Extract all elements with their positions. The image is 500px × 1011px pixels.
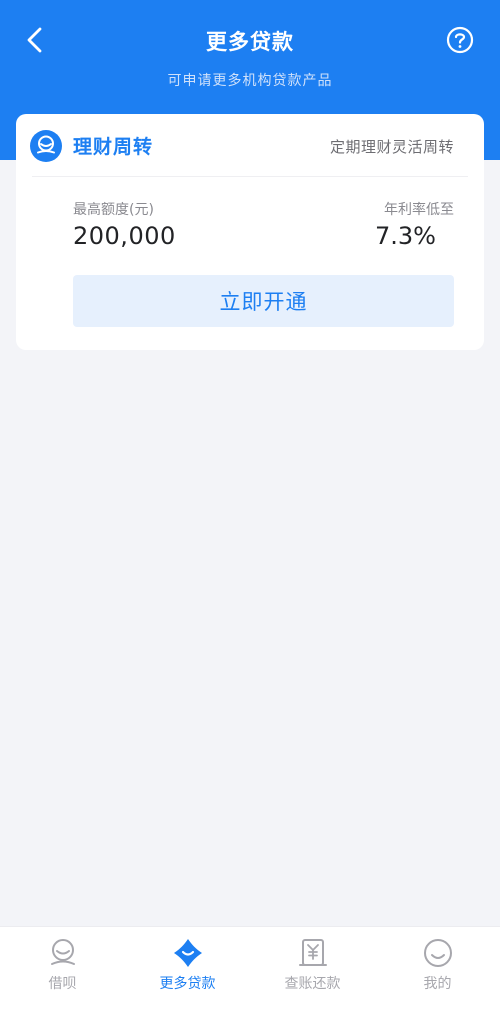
product-card[interactable]: 理财周转 定期理财灵活周转 最高额度(元) 200,000 年利率低至 7.3%… xyxy=(16,114,484,350)
tab-bill-repay[interactable]: 查账还款 xyxy=(250,927,375,1011)
card-divider xyxy=(32,176,468,177)
rate-label: 年利率低至 xyxy=(384,202,454,218)
jiebei-icon xyxy=(51,939,75,965)
product-card-header: 理财周转 定期理财灵活周转 xyxy=(16,114,484,176)
tab-label: 查账还款 xyxy=(284,976,341,992)
rate-value: 7.3% xyxy=(375,222,436,250)
open-now-button[interactable]: 立即开通 xyxy=(73,275,454,327)
tab-mine[interactable]: 我的 xyxy=(375,927,500,1011)
bill-repay-icon xyxy=(299,939,327,966)
product-logo-icon xyxy=(30,130,62,162)
tab-label: 我的 xyxy=(423,976,452,992)
tab-jiebei[interactable]: 借呗 xyxy=(0,927,125,1011)
max-amount-label: 最高额度(元) xyxy=(73,202,154,218)
max-amount-value: 200,000 xyxy=(73,222,176,250)
product-name: 理财周转 xyxy=(73,136,154,158)
tab-label: 借呗 xyxy=(48,976,77,992)
tab-label: 更多贷款 xyxy=(159,976,216,992)
product-tagline: 定期理财灵活周转 xyxy=(329,138,454,156)
bottom-tab-bar: 借呗 更多贷款 查账还款 我的 xyxy=(0,926,500,1011)
page-title: 更多贷款 xyxy=(206,30,294,54)
smiley-icon xyxy=(424,939,452,967)
tab-more-loans[interactable]: 更多贷款 xyxy=(125,927,250,1011)
page-subtitle: 可申请更多机构贷款产品 xyxy=(167,73,333,89)
help-icon xyxy=(446,26,474,54)
help-button[interactable] xyxy=(446,26,474,54)
more-loans-icon xyxy=(174,939,202,967)
